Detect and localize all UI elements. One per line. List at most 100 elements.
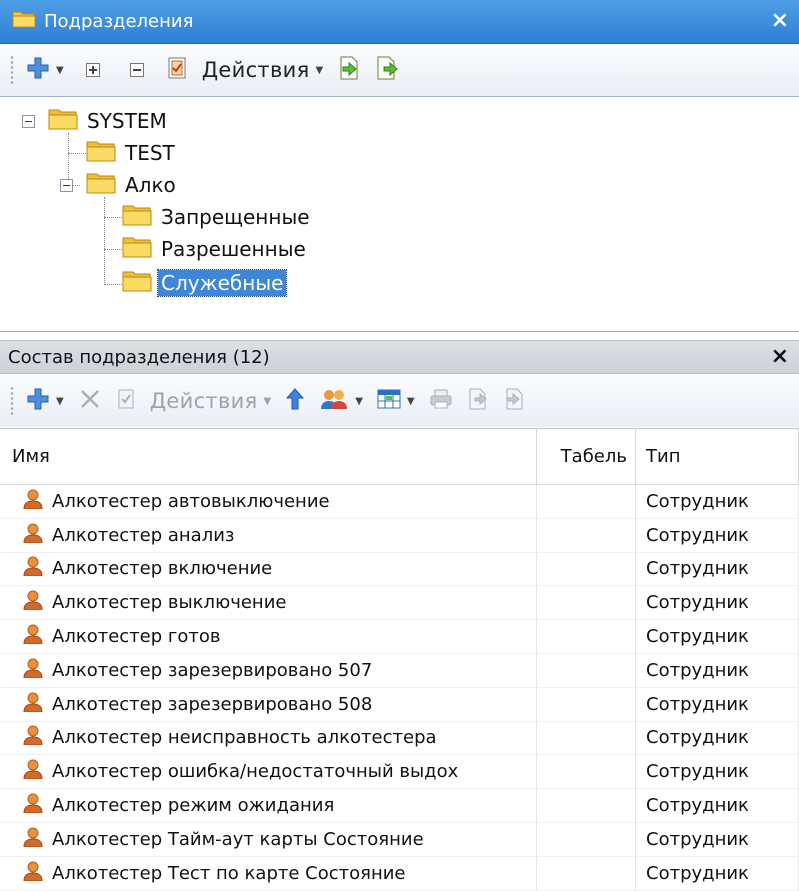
table-row[interactable]: Алкотестер зарезервировано 508 Сотрудник bbox=[0, 687, 799, 722]
cell-type: Сотрудник bbox=[636, 687, 799, 722]
collapse-toggle[interactable] bbox=[22, 115, 35, 128]
toolbar-grip[interactable] bbox=[10, 55, 14, 85]
table-row[interactable]: Алкотестер готов Сотрудник bbox=[0, 620, 799, 654]
table-row[interactable]: Алкотестер Тайм-аут карты Состояние Сотру… bbox=[0, 822, 799, 857]
cell-name-text: Алкотестер неисправность алкотестера bbox=[52, 727, 437, 749]
panel-title: Состав подразделения (12) bbox=[8, 346, 270, 368]
tree-node-razreshennye[interactable]: Разрешенные bbox=[122, 235, 309, 263]
check-button[interactable] bbox=[166, 56, 188, 85]
dropdown-arrow-icon[interactable]: ▼ bbox=[407, 396, 415, 407]
tree-node-zapreshchennye[interactable]: Запрещенные bbox=[122, 203, 313, 231]
actions-menu[interactable]: Действия ▼ bbox=[202, 58, 324, 82]
cell-name-text: Алкотестер ошибка/недостаточный выдох bbox=[52, 761, 459, 783]
tree-node-sluzhebnye[interactable]: Служебные bbox=[122, 269, 288, 297]
import-button[interactable] bbox=[503, 387, 525, 416]
add-button[interactable]: ▼ bbox=[26, 387, 64, 416]
move-up-button[interactable] bbox=[285, 387, 305, 415]
cell-type: Сотрудник bbox=[636, 721, 799, 756]
cell-tabel bbox=[537, 552, 636, 587]
cell-name: Алкотестер неисправность алкотестера bbox=[0, 721, 537, 756]
grid-header: Имя Табель Тип bbox=[0, 429, 799, 485]
dropdown-arrow-icon[interactable]: ▼ bbox=[56, 396, 64, 407]
up-arrow-icon bbox=[285, 387, 305, 415]
close-button[interactable]: × bbox=[771, 8, 789, 34]
column-header-type[interactable]: Тип bbox=[636, 429, 799, 484]
add-button[interactable]: ▼ bbox=[26, 56, 64, 85]
table-row[interactable]: Алкотестер включение Сотрудник bbox=[0, 552, 799, 587]
tree-connector bbox=[68, 153, 88, 154]
table-row[interactable]: Алкотестер Тест по карте Состояние Сотруд… bbox=[0, 856, 799, 891]
cell-name-text: Алкотестер выключение bbox=[52, 592, 287, 614]
expand-all-button[interactable] bbox=[78, 63, 108, 77]
person-icon bbox=[22, 725, 44, 750]
close-button[interactable]: × bbox=[771, 344, 789, 369]
dropdown-arrow-icon[interactable]: ▼ bbox=[355, 396, 363, 407]
table-row[interactable]: Алкотестер неисправность алкотестера Сотр… bbox=[0, 721, 799, 756]
cell-name: Алкотестер зарезервировано 507 bbox=[0, 653, 537, 688]
check-button[interactable] bbox=[116, 388, 136, 415]
dropdown-arrow-icon[interactable]: ▼ bbox=[56, 65, 64, 76]
toolbar-grip[interactable] bbox=[10, 386, 14, 416]
cell-name-text: Алкотестер Тайм-аут карты Состояние bbox=[52, 828, 424, 850]
cell-type: Сотрудник bbox=[636, 518, 799, 553]
members-grid: Имя Табель Тип Алкотестер автовыключение… bbox=[0, 428, 799, 891]
users-button[interactable]: ▼ bbox=[319, 388, 363, 415]
collapse-all-button[interactable] bbox=[122, 63, 152, 77]
dropdown-arrow-icon: ▼ bbox=[315, 64, 324, 76]
cell-name-text: Алкотестер автовыключение bbox=[52, 490, 330, 512]
person-icon bbox=[22, 489, 44, 514]
cell-name: Алкотестер включение bbox=[0, 552, 537, 587]
tree-connector bbox=[104, 217, 124, 218]
table-row[interactable]: Алкотестер анализ Сотрудник bbox=[0, 518, 799, 553]
print-button[interactable] bbox=[429, 388, 453, 415]
tree-node-system[interactable]: SYSTEM bbox=[48, 107, 170, 135]
table-row[interactable]: Алкотестер режим ожидания Сотрудник bbox=[0, 789, 799, 823]
import-icon bbox=[503, 387, 525, 416]
import-button[interactable] bbox=[337, 55, 361, 86]
add-icon bbox=[26, 56, 50, 85]
column-header-name[interactable]: Имя bbox=[0, 429, 537, 484]
person-icon bbox=[22, 523, 44, 548]
collapse-all-icon bbox=[129, 63, 144, 77]
check-doc-icon bbox=[166, 56, 188, 85]
cell-type: Сотрудник bbox=[636, 485, 799, 519]
cell-type: Сотрудник bbox=[636, 755, 799, 790]
export-button[interactable] bbox=[375, 55, 399, 86]
grid-body: Алкотестер автовыключение Сотрудник Алкоте… bbox=[0, 485, 799, 891]
table-row[interactable]: Алкотестер выключение Сотрудник bbox=[0, 586, 799, 621]
tree-node-test[interactable]: TEST bbox=[86, 139, 178, 167]
grid-view-button[interactable]: ▼ bbox=[377, 388, 415, 415]
person-icon bbox=[22, 692, 44, 717]
person-icon bbox=[22, 861, 44, 886]
cell-tabel bbox=[537, 822, 636, 857]
export-button[interactable] bbox=[467, 387, 489, 416]
actions-menu[interactable]: Действия ▼ bbox=[150, 389, 272, 413]
table-row[interactable]: Алкотестер зарезервировано 507 Сотрудник bbox=[0, 653, 799, 688]
tree-node-label: Запрещенные bbox=[161, 205, 310, 229]
folder-icon bbox=[48, 107, 78, 136]
tree-connector bbox=[104, 249, 124, 250]
cell-tabel bbox=[537, 687, 636, 722]
cell-name: Алкотестер режим ожидания bbox=[0, 789, 537, 823]
table-row[interactable]: Алкотестер автовыключение Сотрудник bbox=[0, 485, 799, 519]
table-row[interactable]: Алкотестер ошибка/недостаточный выдох Сот… bbox=[0, 755, 799, 790]
column-header-tabel[interactable]: Табель bbox=[537, 429, 636, 484]
departments-toolbar: ▼ Действия ▼ bbox=[0, 44, 799, 96]
cell-tabel bbox=[537, 586, 636, 621]
cell-type: Сотрудник bbox=[636, 586, 799, 621]
cell-name-text: Алкотестер Тест по карте Состояние bbox=[52, 862, 406, 884]
person-icon bbox=[22, 556, 44, 581]
folder-icon bbox=[12, 9, 36, 34]
cell-name-text: Алкотестер включение bbox=[52, 558, 273, 580]
add-icon bbox=[26, 387, 50, 416]
delete-button[interactable] bbox=[78, 387, 102, 416]
members-toolbar: ▼ Действия ▼ ▼ ▼ bbox=[0, 375, 799, 427]
cell-name: Алкотестер автовыключение bbox=[0, 485, 537, 519]
collapse-toggle[interactable] bbox=[60, 179, 73, 192]
cell-name: Алкотестер выключение bbox=[0, 586, 537, 621]
tree-node-alko[interactable]: Алко bbox=[86, 171, 179, 199]
export-icon bbox=[467, 387, 489, 416]
cell-type: Сотрудник bbox=[636, 789, 799, 823]
import-icon bbox=[337, 55, 361, 86]
cell-name: Алкотестер Тайм-аут карты Состояние bbox=[0, 822, 537, 857]
